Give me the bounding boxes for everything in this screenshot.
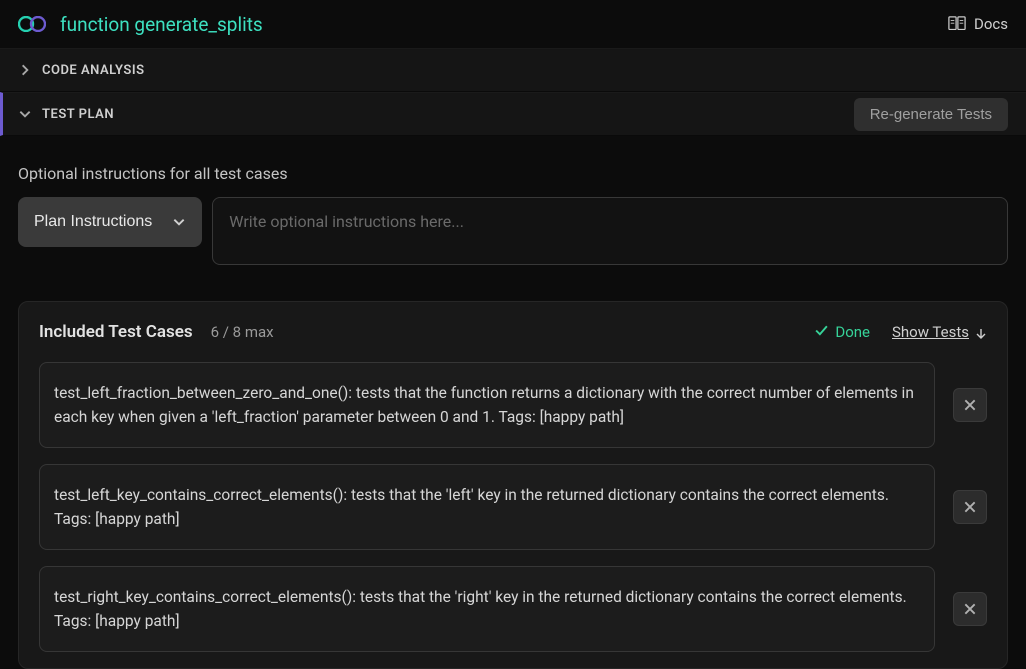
plan-instructions-dropdown[interactable]: Plan Instructions	[18, 197, 202, 247]
show-tests-link[interactable]: Show Tests	[892, 323, 987, 341]
tests-list: test_left_fraction_between_zero_and_one(…	[39, 362, 987, 652]
panel-header: Included Test Cases 6 / 8 max Done Show …	[39, 322, 987, 342]
check-icon	[814, 323, 829, 342]
test-case-card[interactable]: test_left_key_contains_correct_elements(…	[39, 464, 935, 550]
remove-test-button[interactable]	[953, 388, 987, 422]
header-bar: function generate_splits Docs	[0, 0, 1026, 48]
arrow-down-icon	[975, 326, 987, 338]
status-done: Done	[814, 323, 870, 342]
code-analysis-label: CODE ANALYSIS	[42, 63, 145, 78]
test-plan-label: TEST PLAN	[42, 107, 114, 122]
instructions-row: Plan Instructions	[18, 197, 1008, 265]
done-label: Done	[835, 323, 870, 341]
chevron-right-icon	[18, 63, 32, 77]
page-title: function generate_splits	[60, 13, 263, 36]
remove-test-button[interactable]	[953, 592, 987, 626]
app-logo-icon	[18, 16, 46, 32]
panel-title: Included Test Cases	[39, 322, 193, 342]
section-code-analysis[interactable]: CODE ANALYSIS	[0, 48, 1026, 92]
regenerate-tests-button[interactable]: Re-generate Tests	[854, 98, 1008, 131]
instructions-input[interactable]	[212, 197, 1008, 265]
test-row: test_right_key_contains_correct_elements…	[39, 566, 987, 652]
remove-test-button[interactable]	[953, 490, 987, 524]
included-tests-panel: Included Test Cases 6 / 8 max Done Show …	[18, 301, 1008, 669]
chevron-down-icon	[18, 107, 32, 121]
dropdown-label: Plan Instructions	[34, 213, 152, 231]
book-icon	[948, 16, 966, 32]
panel-count: 6 / 8 max	[211, 323, 274, 341]
test-case-card[interactable]: test_left_fraction_between_zero_and_one(…	[39, 362, 935, 448]
test-row: test_left_key_contains_correct_elements(…	[39, 464, 987, 550]
section-test-plan[interactable]: TEST PLAN Re-generate Tests	[0, 92, 1026, 136]
instructions-label: Optional instructions for all test cases	[18, 164, 1008, 183]
content-area: Optional instructions for all test cases…	[0, 136, 1026, 669]
docs-label: Docs	[974, 15, 1008, 33]
show-tests-label: Show Tests	[892, 323, 969, 341]
header-left: function generate_splits	[18, 13, 263, 36]
chevron-down-icon	[172, 215, 186, 229]
docs-link[interactable]: Docs	[948, 15, 1008, 33]
test-case-card[interactable]: test_right_key_contains_correct_elements…	[39, 566, 935, 652]
test-row: test_left_fraction_between_zero_and_one(…	[39, 362, 987, 448]
